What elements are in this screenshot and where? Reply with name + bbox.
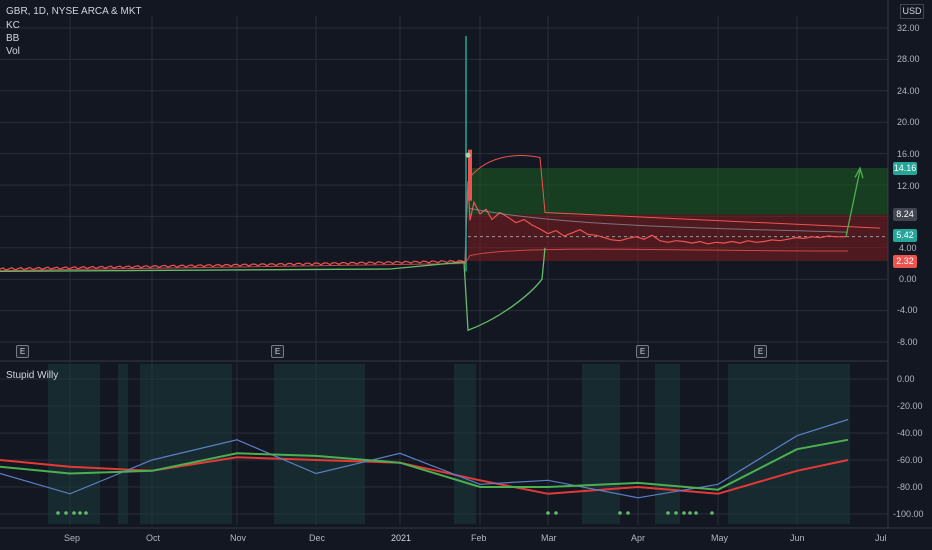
bb-lower-line <box>0 247 546 332</box>
signal-dot <box>465 152 471 158</box>
osc-tick: -20.00 <box>897 401 923 411</box>
earnings-marker[interactable]: E <box>754 345 767 358</box>
osc-signal-dot <box>64 511 68 515</box>
earnings-marker[interactable]: E <box>16 345 29 358</box>
osc-signal-dot <box>626 511 630 515</box>
price-tick: 32.00 <box>897 23 920 33</box>
time-label: Mar <box>541 533 557 543</box>
time-label: Feb <box>471 533 487 543</box>
osc-signal-dot <box>56 511 60 515</box>
target-price-tag[interactable]: 14.16 <box>893 162 917 175</box>
time-label: 2021 <box>391 533 412 543</box>
time-label: Oct <box>146 533 161 543</box>
osc-signal-dot <box>674 511 678 515</box>
price-tick: 16.00 <box>897 149 920 159</box>
currency-label[interactable]: USD <box>900 4 924 19</box>
price-tick: 28.00 <box>897 54 920 64</box>
time-label: Apr <box>631 533 646 543</box>
price-tick: 24.00 <box>897 86 920 96</box>
symbol-legend[interactable]: GBR, 1D, NYSE ARCA & MKT <box>6 6 142 17</box>
time-label: Jul <box>875 533 887 543</box>
time-label: May <box>711 533 729 543</box>
last-price-tag[interactable]: 5.42 <box>893 229 917 242</box>
osc-highlight-zone <box>728 364 850 524</box>
indicator-vol-label[interactable]: Vol <box>6 46 20 57</box>
osc-tick: -100.00 <box>893 509 924 519</box>
osc-signal-dot <box>72 511 76 515</box>
loss-zone <box>468 214 888 261</box>
indicator-bb-label[interactable]: BB <box>6 33 19 44</box>
osc-signal-dot <box>618 511 622 515</box>
price-tick: 4.00 <box>899 243 917 253</box>
osc-signal-dot <box>554 511 558 515</box>
profit-zone <box>468 168 888 215</box>
chart-canvas[interactable] <box>0 0 932 550</box>
stop-price-tag[interactable]: 2.32 <box>893 255 917 268</box>
osc-signal-dot <box>666 511 670 515</box>
chart-stage[interactable]: GBR, 1D, NYSE ARCA & MKT KC BB Vol Stupi… <box>0 0 932 550</box>
osc-tick: -80.00 <box>897 482 923 492</box>
osc-signal-dot <box>78 511 82 515</box>
osc-signal-dot <box>84 511 88 515</box>
osc-signal-dot <box>710 511 714 515</box>
time-label: Sep <box>64 533 81 543</box>
oscillator-title[interactable]: Stupid Willy <box>6 370 58 381</box>
osc-signal-dot <box>688 511 692 515</box>
price-tick: 0.00 <box>899 274 917 284</box>
price-tick: -4.00 <box>897 305 918 315</box>
osc-tick: 0.00 <box>897 374 915 384</box>
osc-highlight-zone <box>655 364 680 524</box>
osc-highlight-zone <box>48 364 100 524</box>
earnings-marker[interactable]: E <box>271 345 284 358</box>
price-tick: 12.00 <box>897 181 920 191</box>
price-tick: -8.00 <box>897 337 918 347</box>
time-label: Jun <box>790 533 805 543</box>
indicator-kc-label[interactable]: KC <box>6 20 20 31</box>
osc-highlight-zone <box>454 364 476 524</box>
osc-tick: -40.00 <box>897 428 923 438</box>
osc-signal-dot <box>694 511 698 515</box>
marker-price-tag[interactable]: 8.24 <box>893 208 917 221</box>
time-label: Dec <box>309 533 326 543</box>
osc-highlight-zone <box>582 364 620 524</box>
time-label: Nov <box>230 533 247 543</box>
osc-highlight-zone <box>118 364 128 524</box>
osc-signal-dot <box>546 511 550 515</box>
earnings-marker[interactable]: E <box>636 345 649 358</box>
osc-tick: -60.00 <box>897 455 923 465</box>
osc-signal-dot <box>682 511 686 515</box>
osc-highlight-zone <box>274 364 365 524</box>
price-tick: 20.00 <box>897 117 920 127</box>
